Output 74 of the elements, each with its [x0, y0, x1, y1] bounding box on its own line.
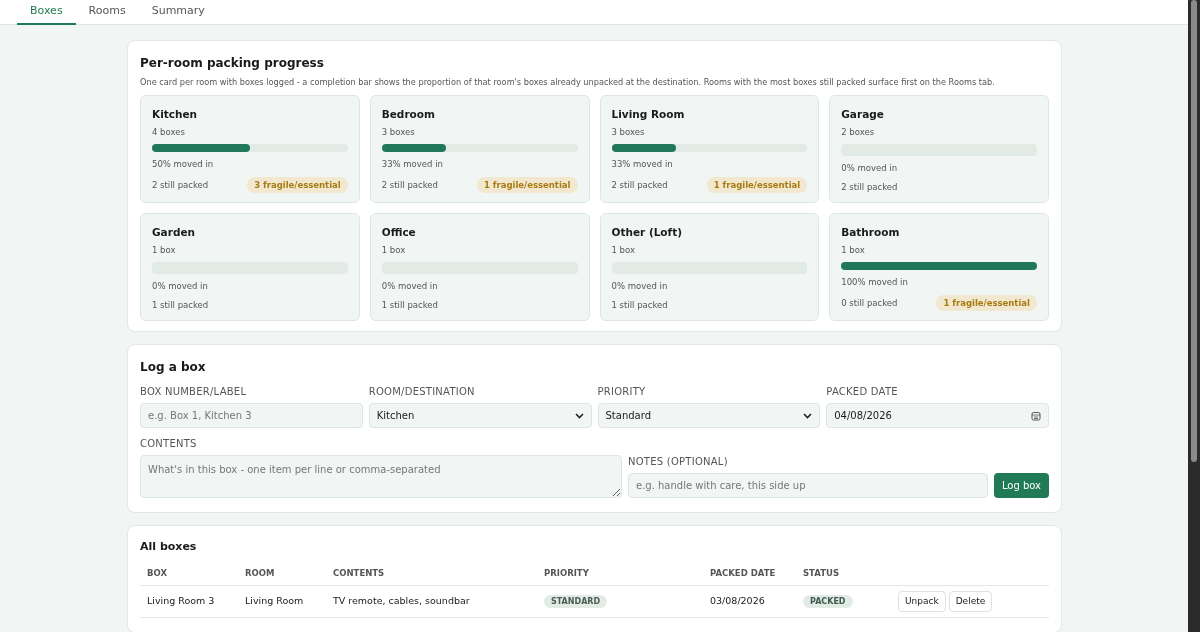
table-cell-text: 03/08/2026 — [710, 594, 766, 609]
date-field[interactable]: 04/08/2026 — [826, 403, 1049, 429]
fragile-badge: 1 fragile/essential — [936, 294, 1037, 312]
fragile-badge: 1 fragile/essential — [706, 176, 808, 194]
moved-in-text: 33% moved in — [611, 157, 674, 171]
room-name: Bedroom — [381, 107, 436, 123]
room-name: Living Room — [611, 107, 686, 123]
room-name: Office — [381, 225, 417, 241]
box-count: 1 box — [611, 244, 636, 257]
room-name: Other (Loft) — [611, 225, 683, 241]
box-count: 1 box — [381, 244, 407, 257]
box-count: 1 box — [841, 244, 866, 257]
table-cell-text: Living Room 3 — [147, 594, 216, 609]
section-title: Log a box — [140, 359, 207, 377]
room-name: Kitchen — [152, 107, 199, 123]
room-select[interactable]: Kitchen — [368, 403, 592, 429]
room-name: Bathroom — [841, 225, 901, 241]
column-header: ROOM — [245, 566, 276, 580]
field-label: PRIORITY — [597, 385, 647, 400]
still-packed-text: 2 still packed — [381, 178, 438, 192]
table-cell-text: TV remote, cables, soundbar — [333, 594, 471, 609]
still-packed-text: 2 still packed — [611, 178, 668, 192]
field-label: ROOM/DESTINATION — [368, 385, 476, 400]
priority-tag: STANDARD — [544, 595, 608, 609]
tab[interactable]: Boxes — [17, 0, 76, 25]
column-header: CONTENTS — [333, 566, 386, 580]
field-label: PACKED DATE — [826, 385, 899, 400]
scrollbar[interactable] — [1188, 0, 1200, 632]
moved-in-text: 50% moved in — [152, 157, 215, 171]
priority-select[interactable]: Standard — [597, 403, 821, 429]
moved-in-text: 0% moved in — [841, 161, 899, 175]
section-description: One card per room with boxes logged - a completion bar shows the proportion of that room's boxes already unpacked at the destination. Rooms with the most boxes still packed surface first on the Rooms tab. — [140, 76, 996, 89]
box-count: 4 boxes — [152, 126, 186, 139]
row-action-button[interactable]: Delete — [948, 590, 993, 613]
calendar-icon — [1031, 410, 1041, 421]
moved-in-text: 0% moved in — [152, 279, 209, 293]
contents-field[interactable]: What's in this box - one item per line or comma-separated — [140, 455, 622, 499]
box-count: 3 boxes — [611, 126, 646, 139]
box-label-field[interactable]: e.g. Box 1, Kitchen 3 — [140, 403, 363, 429]
log-box-button[interactable]: Log box — [993, 473, 1049, 499]
moved-in-text: 0% moved in — [381, 279, 439, 293]
still-packed-text: 1 still packed — [611, 298, 668, 312]
moved-in-text: 100% moved in — [841, 275, 909, 289]
table-cell-text: Living Room — [245, 594, 305, 609]
status-tag: PACKED — [803, 595, 853, 609]
chevron-icon — [574, 412, 584, 419]
chevron-icon — [803, 412, 813, 419]
box-count: 3 boxes — [381, 126, 416, 139]
room-name: Garden — [152, 225, 196, 241]
moved-in-text: 0% moved in — [611, 279, 669, 293]
fragile-badge: 3 fragile/essential — [247, 176, 348, 194]
notes-field[interactable]: e.g. handle with care, this side up — [628, 473, 988, 499]
box-count: 2 boxes — [841, 126, 876, 139]
still-packed-text: 0 still packed — [841, 296, 898, 310]
still-packed-text: 2 still packed — [841, 180, 898, 194]
column-header: PRIORITY — [544, 566, 590, 580]
fragile-badge: 1 fragile/essential — [476, 176, 578, 194]
section-title: All boxes — [140, 539, 198, 556]
still-packed-text: 2 still packed — [152, 178, 209, 192]
column-header: PACKED DATE — [710, 566, 777, 580]
still-packed-text: 1 still packed — [152, 298, 209, 312]
field-label: NOTES (OPTIONAL) — [628, 455, 729, 470]
field-label: BOX NUMBER/LABEL — [140, 385, 248, 400]
column-header: BOX — [147, 566, 168, 580]
row-action-button[interactable]: Unpack — [898, 590, 946, 613]
box-count: 1 box — [152, 244, 177, 257]
column-header: STATUS — [803, 566, 840, 580]
field-label: CONTENTS — [140, 437, 198, 452]
room-name: Garage — [841, 107, 885, 123]
moved-in-text: 33% moved in — [381, 157, 444, 171]
tab[interactable]: Rooms — [75, 0, 139, 25]
section-title: Per-room packing progress — [140, 55, 325, 72]
still-packed-text: 1 still packed — [381, 298, 438, 312]
tab[interactable]: Summary — [138, 0, 218, 25]
